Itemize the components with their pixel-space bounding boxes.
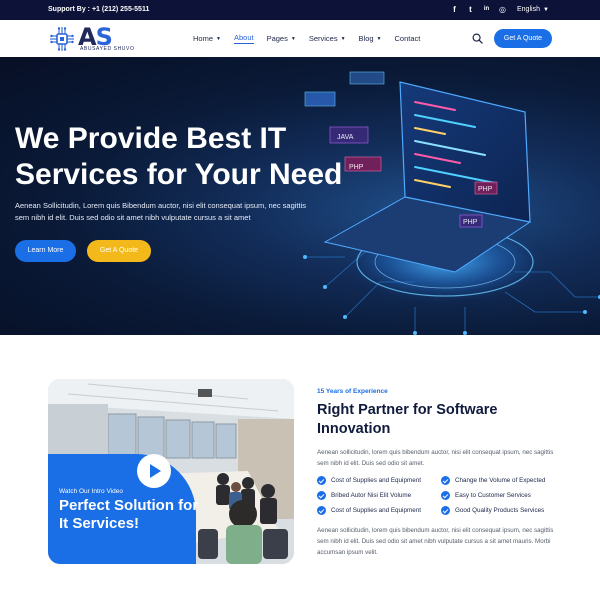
check-icon (317, 476, 326, 485)
about-image: Watch Our Intro Video Perfect Solution f… (48, 379, 294, 564)
chevron-down-icon: ▼ (216, 35, 221, 42)
about-title: Right Partner for Software Innovation (317, 402, 498, 437)
nav-pages-label: Pages (266, 34, 288, 43)
nav-services-label: Services (308, 34, 338, 43)
main-nav: Home ▼ About Pages ▼ Services ▼ Blog ▼ C… (193, 33, 433, 44)
feature-item: Easy to Customer Services (441, 491, 531, 500)
feature-label: Cost of Supplies and Equipment (331, 477, 421, 484)
nav-blog[interactable]: Blog ▼ (359, 33, 382, 44)
main-header: AS ABUSAYED SHUVO Home ▼ About Pages ▼ S… (0, 20, 600, 57)
check-icon (441, 491, 450, 500)
top-bar: Support By : +1 (212) 255-5511 f t in ◎ … (0, 0, 600, 20)
language-selector[interactable]: English ▼ (517, 6, 549, 13)
play-icon (150, 464, 161, 478)
support-phone: Support By : +1 (212) 255-5511 (48, 6, 150, 13)
about-paragraph-2: Aenean sollicitudin, lorem quis bibendum… (317, 527, 554, 556)
feature-label: Cost of Supplies and Equipment (331, 507, 421, 514)
feature-item: Good Quality Products Services (441, 506, 544, 515)
feature-label: Change the Volume of Expected (455, 477, 546, 484)
play-video-button[interactable] (137, 454, 171, 488)
circuit-logo-icon (50, 27, 74, 51)
experience-eyebrow: 15 Years of Experience (317, 388, 388, 395)
feature-item: Cost of Supplies and Equipment (317, 506, 421, 515)
check-icon (441, 506, 450, 515)
feature-item: Cost of Supplies and Equipment (317, 476, 421, 485)
feature-label: Bribed Autor Nisi Elit Volume (331, 492, 412, 499)
chevron-down-icon: ▼ (542, 6, 549, 13)
feature-label: Easy to Customer Services (455, 492, 531, 499)
video-label: Watch Our Intro Video (59, 488, 123, 495)
about-paragraph: Aenean sollicitudin, lorem quis bibendum… (317, 449, 554, 467)
screen-label-php-2: PHP (478, 186, 493, 193)
chevron-down-icon: ▼ (376, 35, 382, 42)
feature-label: Good Quality Products Services (455, 507, 545, 514)
social-links: f t in ◎ (450, 4, 507, 15)
check-icon (317, 506, 326, 515)
facebook-icon[interactable]: f (450, 4, 459, 15)
site-logo[interactable]: AS ABUSAYED SHUVO (48, 23, 138, 53)
hero-title: We Provide Best IT Services for Your Nee… (15, 122, 343, 191)
nav-blog-label: Blog (358, 34, 374, 43)
nav-home-label: Home (193, 34, 214, 43)
nav-contact-label: Contact (394, 34, 421, 43)
twitter-icon[interactable]: t (466, 4, 475, 15)
learn-more-button[interactable]: Learn More (15, 240, 76, 262)
check-icon (441, 476, 450, 485)
chevron-down-icon: ▼ (290, 35, 296, 42)
feature-item: Change the Volume of Expected (441, 476, 545, 485)
nav-about[interactable]: About (233, 33, 254, 44)
nav-pages[interactable]: Pages ▼ (267, 33, 296, 44)
hero-quote-button[interactable]: Get A Quote (87, 240, 151, 262)
logo-subtitle: ABUSAYED SHUVO (80, 46, 135, 52)
header-quote-button[interactable]: Get A Quote (494, 29, 552, 48)
nav-home[interactable]: Home ▼ (193, 33, 221, 44)
search-icon[interactable] (472, 33, 483, 44)
video-title: Perfect Solution for It Services! (59, 497, 199, 532)
hero-subtitle: Aenean Sollicitudin, Lorem quis Bibendum… (15, 201, 306, 222)
nav-about-label: About (233, 33, 254, 42)
screen-label-php-3: PHP (463, 219, 478, 226)
laptop-illustration: PHP JAVA PHP PHP (303, 71, 600, 335)
chevron-down-icon: ▼ (340, 35, 346, 42)
instagram-icon[interactable]: ◎ (498, 4, 507, 15)
feature-item: Bribed Autor Nisi Elit Volume (317, 491, 411, 500)
nav-contact[interactable]: Contact (395, 33, 421, 44)
nav-services[interactable]: Services ▼ (309, 33, 346, 44)
linkedin-icon[interactable]: in (482, 4, 491, 15)
language-label: English (517, 6, 540, 13)
hero-banner: PHP JAVA PHP PHP We Provide Best IT Serv… (0, 57, 600, 335)
check-icon (317, 491, 326, 500)
